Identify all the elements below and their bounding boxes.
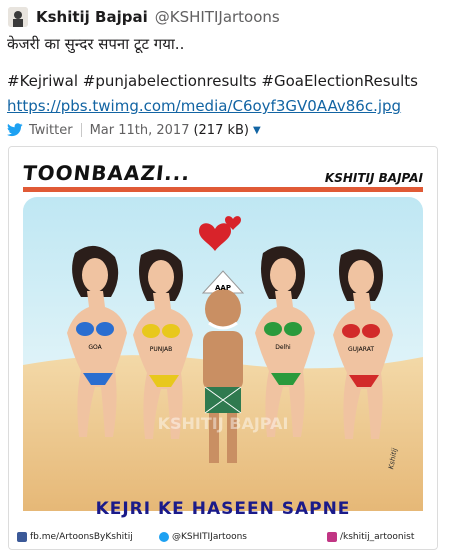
instagram-text: /kshitij_artoonist bbox=[340, 532, 415, 542]
chevron-down-icon[interactable]: ▼ bbox=[253, 125, 261, 136]
cartoon-header: TOONBAAZI... KSHITIJ BAJPAI bbox=[9, 147, 437, 193]
divider bbox=[80, 123, 82, 137]
source-label: Twitter bbox=[29, 122, 73, 138]
instagram-credit: /kshitij_artoonist bbox=[327, 532, 414, 542]
cartoon-caption: KEJRI KE HASEEN SAPNE bbox=[95, 499, 351, 519]
bird-icon bbox=[159, 532, 169, 542]
instagram-icon bbox=[327, 532, 337, 542]
label-punjab: PUNJAB bbox=[150, 346, 172, 353]
twitter-text: @KSHITIJartoons bbox=[172, 532, 247, 542]
facebook-credit: fb.me/ArtoonsByKshitij bbox=[17, 532, 133, 542]
hashtags: #Kejriwal #punjabelectionresults #GoaEle… bbox=[7, 72, 418, 90]
accent-bar bbox=[23, 187, 423, 192]
facebook-text: fb.me/ArtoonsByKshitij bbox=[30, 532, 133, 542]
message-text: केजरी का सुन्दर सपना टूट गया.. bbox=[7, 35, 185, 53]
avatar[interactable] bbox=[8, 7, 28, 27]
twitter-credit: @KSHITIJartoons bbox=[159, 532, 247, 542]
watermark: KSHITIJ BAJPAI bbox=[158, 414, 289, 433]
date-label: Mar 11th, 2017 bbox=[89, 122, 190, 138]
message-header: Kshitij Bajpai @KSHITIJartoons bbox=[8, 6, 280, 28]
author-handle: @KSHITIJartoons bbox=[154, 8, 280, 26]
attachment-meta: Twitter Mar 11th, 2017 (217 kB) ▼ bbox=[7, 121, 261, 139]
media-link[interactable]: https://pbs.twimg.com/media/C6oyf3GV0AAv… bbox=[7, 97, 401, 115]
author-name[interactable]: Kshitij Bajpai bbox=[36, 8, 148, 26]
file-size: (217 kB) bbox=[193, 122, 250, 138]
label-gujarat: GUJARAT bbox=[348, 346, 374, 353]
facebook-icon bbox=[17, 532, 27, 542]
artist-name: KSHITIJ BAJPAI bbox=[324, 171, 423, 185]
label-delhi: Delhi bbox=[275, 344, 291, 351]
brand-title: TOONBAAZI... bbox=[21, 161, 192, 185]
label-goa: GOA bbox=[88, 344, 102, 351]
cartoon-footer: fb.me/ArtoonsByKshitij @KSHITIJartoons /… bbox=[9, 528, 437, 548]
image-attachment[interactable]: TOONBAAZI... KSHITIJ BAJPAI AAP GOA PUNJ… bbox=[8, 146, 438, 550]
hat-label: AAP bbox=[215, 284, 231, 292]
twitter-icon bbox=[7, 123, 23, 137]
cartoon-illustration: AAP GOA PUNJAB Delhi GUJARAT KSHITIJ BAJ… bbox=[23, 197, 423, 511]
